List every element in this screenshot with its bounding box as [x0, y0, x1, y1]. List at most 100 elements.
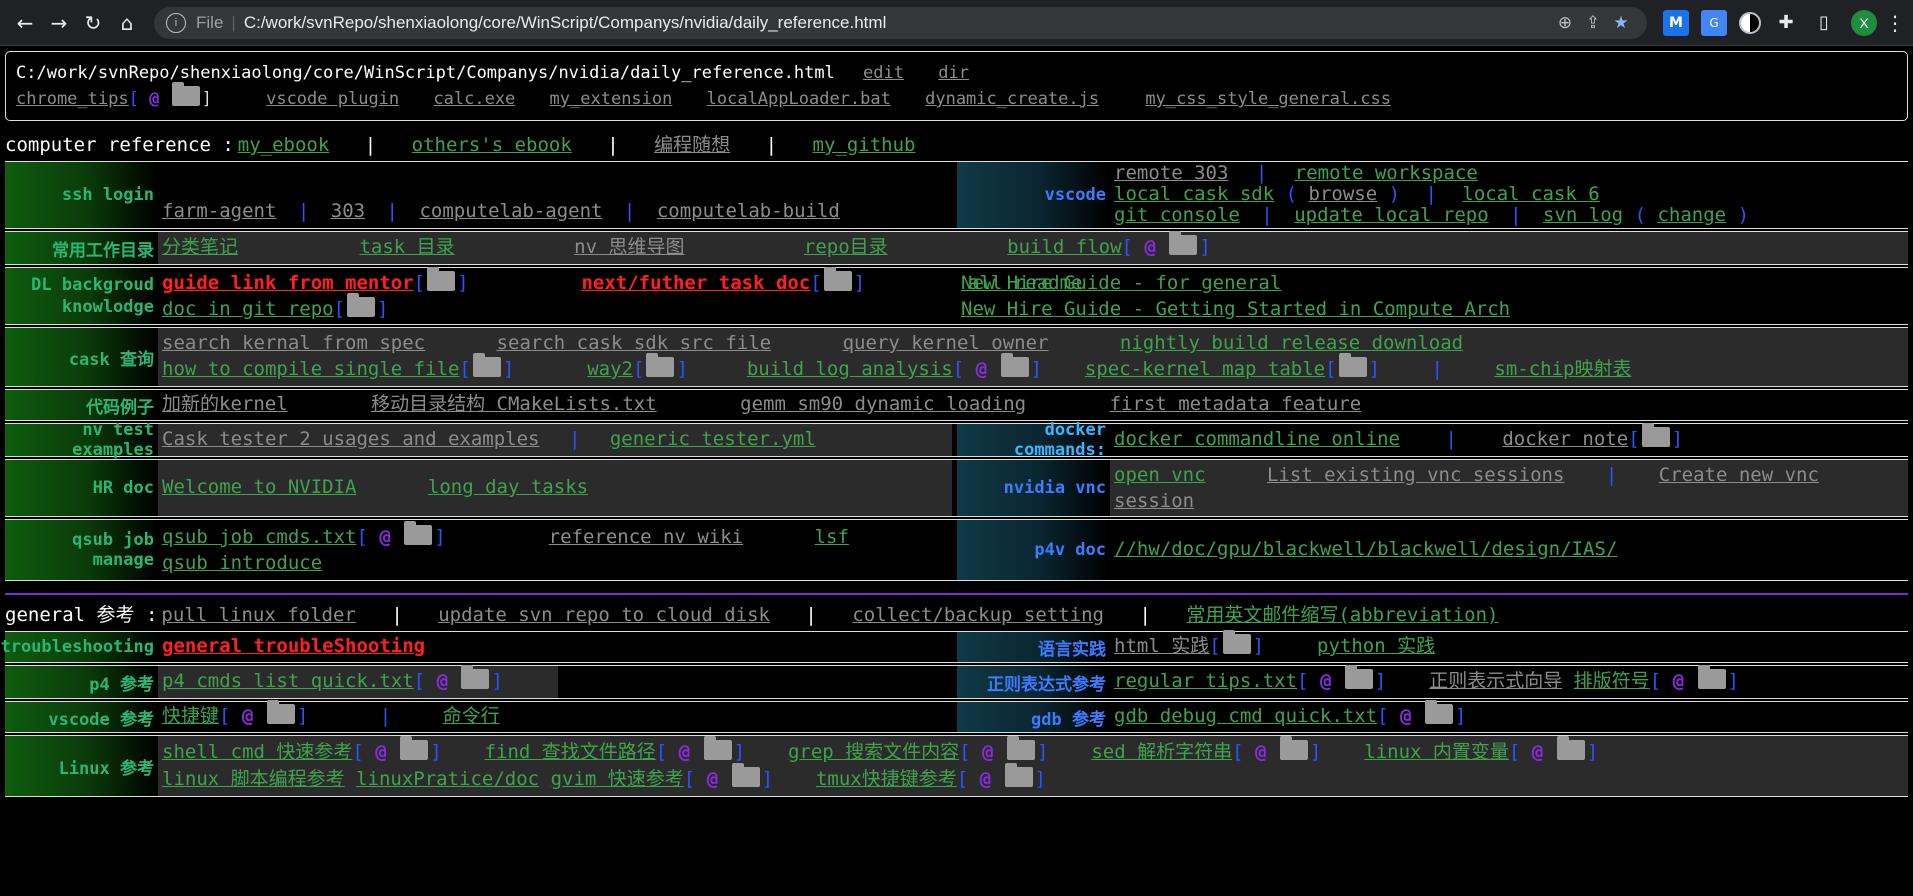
tmux-shortcut-link[interactable]: tmux快捷键参考 — [816, 768, 957, 790]
folder-icon[interactable] — [1424, 700, 1453, 724]
computelab-agent-link[interactable]: computelab-agent — [419, 200, 602, 222]
folder-icon[interactable] — [1344, 665, 1373, 689]
vscode-plugin-link[interactable]: vscode plugin — [266, 89, 399, 109]
build-flow-link[interactable]: build flow — [1007, 236, 1121, 258]
lsf-link[interactable]: lsf — [815, 526, 849, 548]
gemm-sm90-link[interactable]: gemm sm90 dynamic loading — [740, 393, 1026, 415]
linux-pratice-link[interactable]: linuxPratice/doc — [356, 768, 539, 790]
url-text[interactable]: C:/work/svnRepo/shenxiaolong/core/WinScr… — [244, 13, 1551, 33]
at-link[interactable]: @ — [1320, 670, 1331, 692]
reload-icon[interactable]: ↻ — [76, 6, 110, 40]
docker-online-link[interactable]: docker commandline online — [1114, 428, 1400, 450]
linux-script-link[interactable]: linux 脚本编程参考 — [162, 768, 345, 790]
way2-link[interactable]: way2 — [587, 358, 633, 380]
forward-arrow-icon[interactable]: → — [42, 6, 76, 40]
bookmark-star-icon[interactable]: ★ — [1607, 13, 1635, 33]
compile-single-file-link[interactable]: how to compile single file — [162, 358, 459, 380]
link-303[interactable]: 303 — [331, 200, 365, 222]
update-svn-repo-link[interactable]: update svn repo to cloud disk — [438, 604, 770, 626]
add-kernel-link[interactable]: 加新的kernel — [162, 393, 288, 415]
general-troubleshooting-link[interactable]: general troubleShooting — [162, 635, 425, 657]
edit-link[interactable]: edit — [863, 63, 904, 83]
browser-menu-icon[interactable]: ⋮ — [1885, 11, 1905, 35]
gvim-ref-link[interactable]: gvim 快速参考 — [551, 768, 684, 790]
local-cask-6-link[interactable]: local cask 6 — [1462, 183, 1599, 205]
css-style-link[interactable]: my_css_style_general.css — [1145, 89, 1391, 109]
cmake-link[interactable]: 移动目录结构 CMakeLists.txt — [371, 393, 657, 415]
browse-link[interactable]: browse — [1309, 183, 1378, 205]
folder-icon[interactable] — [427, 267, 456, 291]
local-app-loader-link[interactable]: localAppLoader.bat — [707, 89, 891, 109]
folder-icon[interactable] — [1169, 231, 1198, 255]
task-dir-link[interactable]: task 目录 — [359, 236, 454, 258]
folder-icon[interactable] — [731, 763, 760, 787]
sm-chip-map-link[interactable]: sm-chip映射表 — [1494, 358, 1631, 380]
find-path-link[interactable]: find 查找文件路径 — [485, 741, 656, 763]
dir-link[interactable]: dir — [938, 63, 969, 83]
grep-content-link[interactable]: grep 搜索文件内容 — [788, 741, 959, 763]
p4-cmds-link[interactable]: p4 cmds list quick.txt — [162, 670, 414, 692]
folder-icon[interactable] — [1697, 665, 1726, 689]
hire-guide-compute-link[interactable]: New Hire Guide - Getting Started in Comp… — [961, 298, 1510, 320]
folder-icon[interactable] — [1279, 736, 1308, 760]
dynamic-create-link[interactable]: dynamic_create.js — [925, 89, 1099, 109]
profile-avatar[interactable]: X — [1851, 9, 1877, 36]
hire-guide-general-link[interactable]: New Hire Guide - for general — [961, 272, 1281, 294]
at-link[interactable]: @ — [1532, 741, 1543, 763]
notes-link[interactable]: 分类笔记 — [162, 236, 238, 258]
metadata-feature-link[interactable]: first metadata feature — [1110, 393, 1362, 415]
my-github-link[interactable]: my_github — [813, 134, 916, 156]
cask-tester-link[interactable]: Cask tester 2 usages and examples — [162, 428, 540, 450]
at-link[interactable]: @ — [149, 89, 159, 109]
p4v-ias-path-link[interactable]: //hw/doc/gpu/blackwell/blackwell/design/… — [1114, 538, 1617, 560]
at-link[interactable]: @ — [707, 768, 718, 790]
folder-icon[interactable] — [1338, 353, 1367, 377]
local-cask-sdk-link[interactable]: local cask sdk — [1114, 183, 1274, 205]
folder-icon[interactable] — [266, 700, 295, 724]
dark-mode-extension-icon[interactable] — [1739, 11, 1761, 34]
spec-kernel-map-link[interactable]: spec-kernel map table — [1085, 358, 1325, 380]
guide-link[interactable]: guide link from mentor — [162, 272, 414, 294]
nv-mindmap-link[interactable]: nv 思维导图 — [574, 236, 684, 258]
back-arrow-icon[interactable]: ← — [8, 6, 42, 40]
open-vnc-link[interactable]: open vnc — [1114, 464, 1206, 486]
chrome-tips-link[interactable]: chrome_tips — [16, 89, 129, 109]
at-link[interactable]: @ — [379, 526, 390, 548]
folder-icon[interactable] — [347, 293, 376, 317]
generic-tester-link[interactable]: generic tester.yml — [610, 428, 816, 450]
folder-icon[interactable] — [472, 353, 501, 377]
folder-icon[interactable] — [646, 353, 675, 377]
qsub-introduce-link[interactable]: qsub introduce — [162, 552, 322, 574]
folder-icon[interactable] — [1004, 763, 1033, 787]
long-day-tasks-link[interactable]: long day tasks — [428, 476, 588, 498]
folder-icon[interactable] — [171, 82, 200, 106]
calc-link[interactable]: calc.exe — [433, 89, 515, 109]
folder-icon[interactable] — [1006, 736, 1035, 760]
programming-notes-link[interactable]: 编程随想 — [654, 134, 730, 156]
remote-303-link[interactable]: remote 303 — [1114, 162, 1228, 184]
welcome-nvidia-link[interactable]: Welcome to NVIDIA — [162, 476, 356, 498]
sed-parse-link[interactable]: sed 解析字符串 — [1091, 741, 1232, 763]
build-log-link[interactable]: build log analysis — [747, 358, 953, 380]
farm-agent-link[interactable]: farm-agent — [162, 200, 276, 222]
extensions-puzzle-icon[interactable]: ✚ — [1773, 10, 1799, 36]
at-link[interactable]: @ — [679, 741, 690, 763]
info-icon[interactable]: i — [166, 12, 186, 33]
folder-icon[interactable] — [400, 736, 429, 760]
nightly-build-link[interactable]: nightly build release download — [1120, 332, 1463, 354]
my-extension-link[interactable]: my_extension — [550, 89, 673, 109]
docker-note-link[interactable]: docker note — [1502, 428, 1628, 450]
my-ebook-link[interactable]: my_ebook — [238, 134, 330, 156]
at-link[interactable]: @ — [980, 768, 991, 790]
regex-guide-link[interactable]: 正则表示式向导 — [1429, 670, 1562, 692]
at-link[interactable]: @ — [242, 705, 253, 727]
at-link[interactable]: @ — [982, 741, 993, 763]
repo-dir-link[interactable]: repo目录 — [804, 236, 888, 258]
folder-icon[interactable] — [823, 267, 852, 291]
linux-builtin-vars-link[interactable]: linux 内置变量 — [1364, 741, 1509, 763]
svn-log-link[interactable]: svn log — [1543, 204, 1623, 226]
address-bar[interactable]: i File | C:/work/svnRepo/shenxiaolong/co… — [154, 6, 1647, 39]
home-icon[interactable]: ⌂ — [110, 6, 144, 40]
share-icon[interactable]: ⇪ — [1579, 13, 1607, 33]
remote-workspace-link[interactable]: remote workspace — [1295, 162, 1478, 184]
